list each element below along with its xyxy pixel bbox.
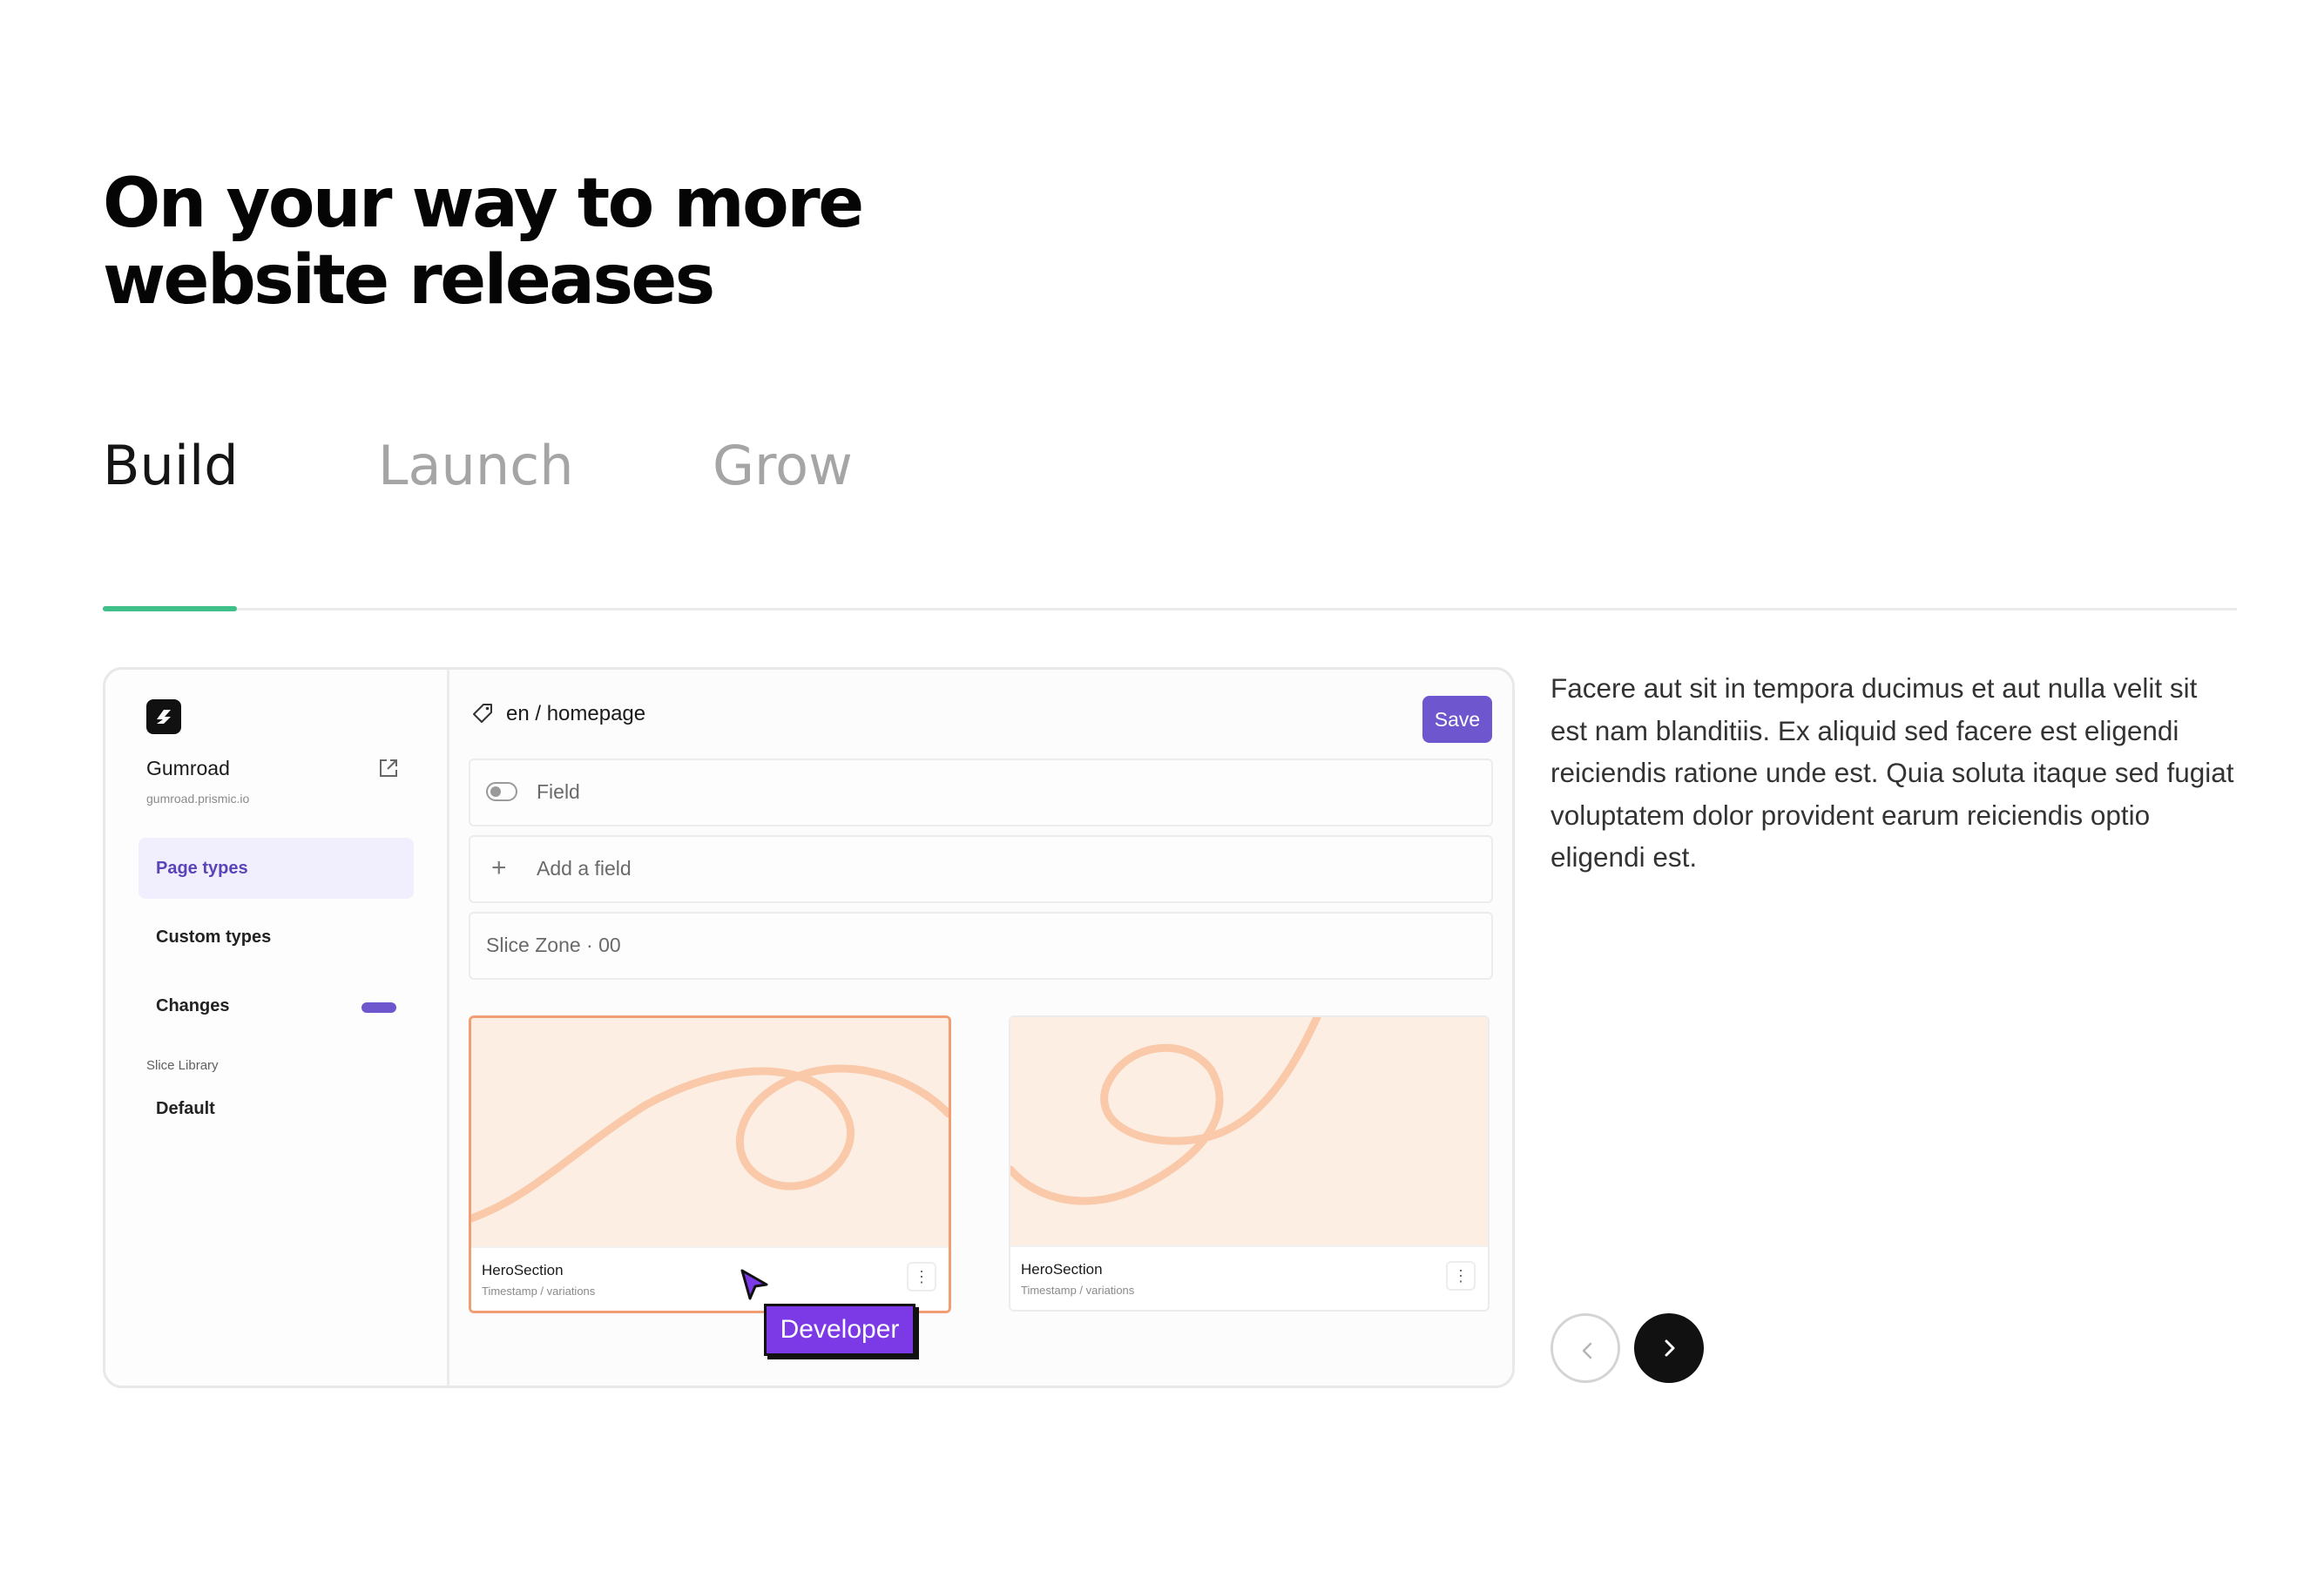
repository-name: Gumroad xyxy=(146,757,230,779)
sidebar-item-label: Default xyxy=(156,1099,215,1118)
developer-cursor-tag: Developer xyxy=(764,1304,915,1356)
sidebar-item-page-types[interactable]: Page types xyxy=(138,838,414,899)
more-vertical-icon[interactable]: ⋮ xyxy=(1446,1261,1476,1291)
slice-thumbnail xyxy=(471,1018,949,1246)
sidebar-item-label: Page types xyxy=(156,859,248,878)
slice-name: HeroSection xyxy=(482,1262,564,1278)
slice-library-heading: Slice Library xyxy=(146,1058,219,1073)
document-path: en / homepage xyxy=(506,702,646,725)
sidebar-item-custom-types[interactable]: Custom types xyxy=(138,907,414,968)
app-preview: Gumroad gumroad.prismic.io Page types Cu… xyxy=(103,667,1515,1388)
chevron-left-icon xyxy=(1582,1342,1592,1359)
save-button[interactable]: Save xyxy=(1422,696,1492,743)
slice-subtitle: Timestamp / variations xyxy=(1021,1284,1135,1297)
tab-launch[interactable]: Launch xyxy=(378,431,574,501)
plus-icon: + xyxy=(491,853,507,882)
tab-progress-fill xyxy=(103,606,237,611)
sidebar-item-changes[interactable]: Changes xyxy=(138,975,414,1036)
sidebar-item-label: Custom types xyxy=(156,927,272,947)
more-vertical-icon[interactable]: ⋮ xyxy=(907,1262,936,1292)
repository-url: gumroad.prismic.io xyxy=(146,792,250,806)
slice-card[interactable]: HeroSection Timestamp / variations ⋮ xyxy=(1009,1015,1490,1312)
sidebar: Gumroad gumroad.prismic.io Page types Cu… xyxy=(105,670,449,1386)
prismic-logo-icon xyxy=(146,699,181,734)
tag-icon xyxy=(473,704,492,723)
chevron-right-icon xyxy=(1665,1339,1675,1357)
description-text: Facere aut sit in tempora ducimus et aut… xyxy=(1550,672,2234,873)
changes-indicator xyxy=(361,1002,396,1013)
sidebar-item-label: Changes xyxy=(156,996,230,1015)
tab-progress-track xyxy=(103,606,2237,611)
tab-grow[interactable]: Grow xyxy=(713,431,853,501)
editor-panel: en / homepage Save Field + Add a field S… xyxy=(449,670,1512,1386)
field-toggle[interactable] xyxy=(486,782,517,801)
field-row[interactable]: Field xyxy=(469,759,1493,826)
slice-thumbnail xyxy=(1010,1017,1488,1245)
add-field-button[interactable]: + Add a field xyxy=(469,835,1493,903)
slice-subtitle: Timestamp / variations xyxy=(482,1285,596,1298)
next-button[interactable] xyxy=(1634,1313,1704,1383)
slice-card-selected[interactable]: HeroSection Timestamp / variations ⋮ xyxy=(469,1015,951,1313)
page-title: On your way to more website releases xyxy=(103,165,864,320)
slice-name: HeroSection xyxy=(1021,1261,1103,1278)
add-field-label: Add a field xyxy=(537,857,632,880)
external-link-icon[interactable] xyxy=(377,757,400,779)
field-label: Field xyxy=(537,780,580,803)
previous-button[interactable] xyxy=(1550,1313,1620,1383)
tab-build[interactable]: Build xyxy=(103,431,239,501)
slice-zone-row[interactable]: Slice Zone · 00 xyxy=(469,912,1493,980)
sidebar-item-default[interactable]: Default xyxy=(138,1078,414,1139)
mouse-cursor-icon xyxy=(740,1269,768,1300)
slice-zone-label: Slice Zone · 00 xyxy=(486,934,621,956)
